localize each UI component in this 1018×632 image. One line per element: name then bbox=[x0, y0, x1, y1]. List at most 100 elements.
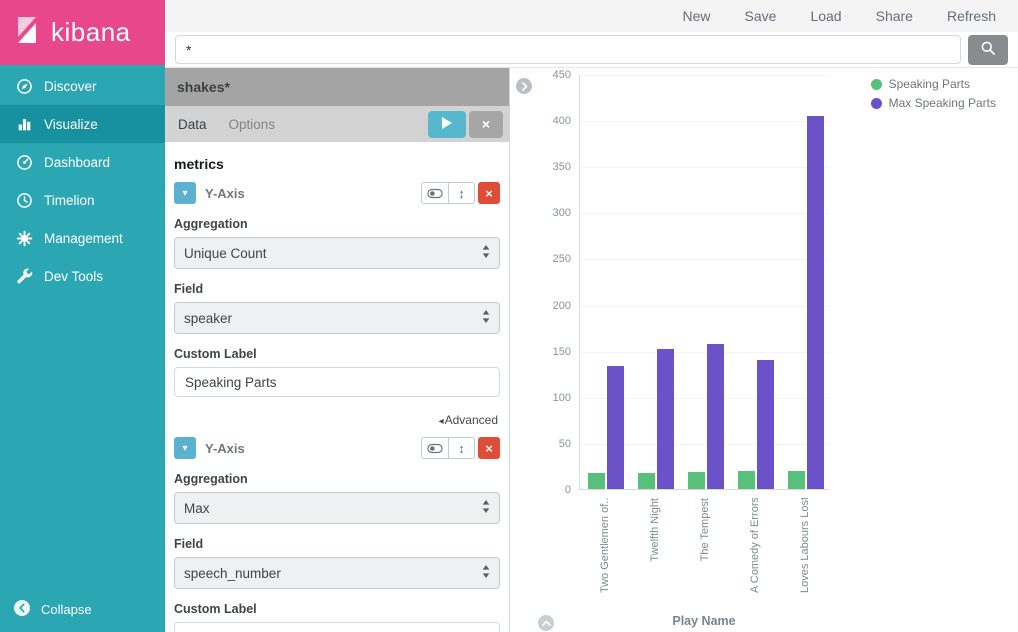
collapse-label: Collapse bbox=[41, 602, 92, 617]
aggregation-select-2[interactable]: Max bbox=[174, 492, 500, 524]
select-caret-icon bbox=[482, 245, 490, 261]
legend-label: Max Speaking Parts bbox=[889, 96, 996, 110]
index-pattern-name: shakes* bbox=[177, 79, 230, 95]
apply-changes-button[interactable] bbox=[428, 111, 466, 138]
y-axis-tick-label: 50 bbox=[529, 438, 571, 450]
y-axis-tick-label: 200 bbox=[529, 300, 571, 312]
gridline bbox=[580, 259, 830, 260]
bar-max-speaking-parts[interactable] bbox=[607, 366, 624, 489]
editor-actions: × bbox=[428, 111, 503, 138]
discard-changes-button[interactable]: × bbox=[469, 111, 503, 138]
metric-1-controls: ↕ × bbox=[421, 182, 500, 204]
tab-options[interactable]: Options bbox=[229, 117, 276, 132]
y-axis-tick-label: 350 bbox=[529, 161, 571, 173]
gridline bbox=[580, 167, 830, 168]
metric-2-header: ▾ Y-Axis ↕ × bbox=[174, 437, 500, 459]
x-axis-category-label: Loves Labours Lost bbox=[798, 498, 812, 593]
search-icon bbox=[980, 40, 996, 59]
gridline bbox=[580, 213, 830, 214]
search-input[interactable] bbox=[175, 35, 961, 64]
bar-max-speaking-parts[interactable] bbox=[757, 360, 774, 489]
sidebar-item-label: Timelion bbox=[44, 193, 95, 208]
sidebar-item-timelion[interactable]: Timelion bbox=[0, 181, 165, 219]
bar-speaking-parts[interactable] bbox=[638, 473, 655, 489]
aggregation-label: Aggregation bbox=[174, 472, 500, 486]
field-select-2[interactable]: speech_number bbox=[174, 557, 500, 589]
legend-item-speaking-parts[interactable]: Speaking Parts bbox=[871, 77, 996, 91]
chart-legend: Speaking Parts Max Speaking Parts bbox=[871, 77, 996, 115]
compass-icon bbox=[16, 78, 33, 95]
custom-label-input-2[interactable] bbox=[174, 622, 500, 632]
topnav-load[interactable]: Load bbox=[810, 8, 841, 24]
aggregation-select[interactable]: Unique Count bbox=[174, 237, 500, 269]
play-icon bbox=[442, 117, 452, 132]
logo-text: kibana bbox=[51, 17, 131, 48]
field-label: Field bbox=[174, 282, 500, 296]
index-pattern-header: shakes* bbox=[165, 68, 509, 106]
select-caret-icon bbox=[482, 310, 490, 326]
topnav-new[interactable]: New bbox=[683, 8, 711, 24]
topnav-refresh[interactable]: Refresh bbox=[947, 8, 996, 24]
topnav-save[interactable]: Save bbox=[745, 8, 777, 24]
legend-item-max-speaking-parts[interactable]: Max Speaking Parts bbox=[871, 96, 996, 110]
bar-max-speaking-parts[interactable] bbox=[807, 116, 824, 489]
select-caret-icon bbox=[482, 565, 490, 581]
sidebar-item-dev-tools[interactable]: Dev Tools bbox=[0, 257, 165, 295]
sidebar-item-management[interactable]: Management bbox=[0, 219, 165, 257]
clock-icon bbox=[16, 192, 33, 209]
advanced-caret-icon: ◂ bbox=[439, 416, 444, 427]
editor-tabs: Data Options × bbox=[165, 106, 509, 142]
move-metric-icon[interactable]: ↕ bbox=[448, 183, 474, 203]
sidebar-item-discover[interactable]: Discover bbox=[0, 67, 165, 105]
visualization-panel: Speaking PartsMax Speaking Parts Play Na… bbox=[511, 68, 1018, 632]
gridline bbox=[580, 121, 830, 122]
field-label: Field bbox=[174, 537, 500, 551]
sidebar-item-label: Discover bbox=[44, 79, 97, 94]
remove-metric-button[interactable]: × bbox=[478, 182, 500, 204]
custom-label-label: Custom Label bbox=[174, 602, 500, 616]
disable-toggle-icon[interactable] bbox=[422, 183, 448, 203]
bar-speaking-parts[interactable] bbox=[788, 471, 805, 489]
y-axis-tick-label: 300 bbox=[529, 207, 571, 219]
sidebar-collapse-button[interactable]: Collapse bbox=[0, 586, 165, 632]
legend-dot-icon bbox=[871, 98, 882, 109]
tab-data[interactable]: Data bbox=[178, 117, 207, 132]
search-bar bbox=[165, 32, 1018, 68]
bar-speaking-parts[interactable] bbox=[588, 473, 605, 489]
advanced-toggle[interactable]: ◂Advanced bbox=[174, 413, 498, 427]
close-icon: × bbox=[482, 116, 490, 132]
x-axis-category-label: The Tempest bbox=[698, 498, 712, 593]
kibana-logo[interactable]: kibana bbox=[0, 0, 165, 65]
collapse-icon bbox=[13, 599, 31, 620]
bar-max-speaking-parts[interactable] bbox=[657, 349, 674, 489]
kibana-logo-icon bbox=[12, 15, 42, 50]
search-button[interactable] bbox=[968, 35, 1008, 65]
field-select[interactable]: speaker bbox=[174, 302, 500, 334]
chevron-down-icon[interactable]: ▾ bbox=[174, 182, 196, 204]
remove-metric-button[interactable]: × bbox=[478, 437, 500, 459]
sidebar-item-dashboard[interactable]: Dashboard bbox=[0, 143, 165, 181]
x-axis-category-label: Two Gentlemen of... bbox=[598, 498, 612, 593]
topnav-share[interactable]: Share bbox=[876, 8, 913, 24]
dashboard-icon bbox=[16, 154, 33, 171]
collapse-legend-chevron-up-icon[interactable] bbox=[538, 615, 554, 631]
bar-max-speaking-parts[interactable] bbox=[707, 344, 724, 489]
topnav: New Save Load Share Refresh bbox=[165, 0, 1018, 32]
sidebar-item-visualize[interactable]: Visualize bbox=[0, 105, 165, 143]
bar-speaking-parts[interactable] bbox=[688, 472, 705, 489]
gridline bbox=[580, 75, 830, 76]
disable-toggle-icon[interactable] bbox=[422, 438, 448, 458]
sidebar-item-label: Visualize bbox=[44, 117, 98, 132]
vis-editor-panel: shakes* Data Options × metrics ▾ Y- bbox=[165, 68, 510, 632]
sidebar: kibana Discover Visualize Dashboard Timelio… bbox=[0, 0, 165, 632]
move-metric-icon[interactable]: ↕ bbox=[448, 438, 474, 458]
kibana-app: kibana Discover Visualize Dashboard Timelio… bbox=[0, 0, 1018, 632]
bar-speaking-parts[interactable] bbox=[738, 471, 755, 489]
bar-chart-icon bbox=[16, 116, 33, 133]
chart-plot-area bbox=[579, 75, 829, 490]
select-caret-icon bbox=[482, 500, 490, 516]
y-axis-tick-label: 150 bbox=[529, 346, 571, 358]
chevron-down-icon[interactable]: ▾ bbox=[174, 437, 196, 459]
custom-label-input[interactable] bbox=[174, 367, 500, 397]
metric-1-header: ▾ Y-Axis ↕ × bbox=[174, 182, 500, 204]
